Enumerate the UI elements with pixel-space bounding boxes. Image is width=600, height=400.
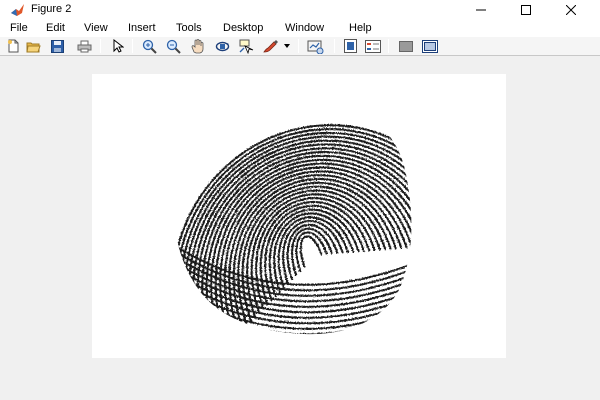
toolbar-separator xyxy=(388,39,389,53)
brush-dropdown-arrow[interactable] xyxy=(283,38,291,54)
maximize-button[interactable] xyxy=(503,0,549,20)
figure-canvas[interactable] xyxy=(0,57,600,400)
matlab-logo-icon xyxy=(11,4,24,16)
figure-toolbar xyxy=(0,37,600,56)
fingerprint-icon xyxy=(174,124,412,335)
pan-button[interactable] xyxy=(189,38,206,54)
brush-data-button[interactable] xyxy=(262,38,279,54)
insert-legend-icon xyxy=(364,39,381,53)
open-file-icon xyxy=(26,42,41,52)
menu-bar: File Edit View Insert Tools Desktop Wind… xyxy=(0,20,600,53)
menu-file[interactable]: File xyxy=(10,22,28,34)
toolbar-separator xyxy=(100,39,101,53)
hide-plot-tools-icon xyxy=(398,40,413,52)
menu-insert[interactable]: Insert xyxy=(128,22,156,34)
data-cursor-button[interactable] xyxy=(238,38,255,54)
menu-help[interactable]: Help xyxy=(349,22,372,34)
menu-window[interactable]: Window xyxy=(285,22,324,34)
toolbar-separator xyxy=(132,39,133,53)
title-bar[interactable]: Figure 2 xyxy=(0,0,600,20)
show-plot-tools-button[interactable] xyxy=(421,38,438,54)
chevron-down-icon xyxy=(284,44,290,48)
toolbar-separator xyxy=(298,39,299,53)
figure-window: Figure 2 File Edit View Insert Tools Des… xyxy=(0,0,600,400)
maximize-icon xyxy=(521,5,531,15)
insert-colorbar-icon xyxy=(344,39,357,53)
rotate-3d-icon xyxy=(215,41,230,51)
zoom-in-button[interactable] xyxy=(141,38,158,54)
fingerprint-image xyxy=(92,74,506,358)
print-figure-button[interactable] xyxy=(76,38,93,54)
minimize-button[interactable] xyxy=(458,0,504,20)
toolbar-separator xyxy=(334,39,335,53)
data-cursor-icon xyxy=(239,39,254,54)
hide-plot-tools-button[interactable] xyxy=(397,38,414,54)
new-figure-icon xyxy=(7,39,18,53)
menu-desktop[interactable]: Desktop xyxy=(223,22,263,34)
save-figure-icon xyxy=(51,39,64,53)
save-figure-button[interactable] xyxy=(49,38,66,54)
zoom-out-button[interactable] xyxy=(165,38,182,54)
open-file-button[interactable] xyxy=(25,38,42,54)
minimize-icon xyxy=(476,9,486,11)
rotate-3d-button[interactable] xyxy=(214,38,231,54)
brush-data-icon xyxy=(263,39,278,52)
menu-edit[interactable]: Edit xyxy=(46,22,65,34)
insert-colorbar-button[interactable] xyxy=(342,38,359,54)
show-plot-tools-icon xyxy=(421,39,438,53)
close-icon xyxy=(566,5,576,15)
insert-legend-button[interactable] xyxy=(364,38,381,54)
menu-view[interactable]: View xyxy=(84,22,108,34)
pan-hand-icon xyxy=(191,38,204,53)
edit-plot-button[interactable] xyxy=(109,38,126,54)
link-plot-button[interactable] xyxy=(307,38,324,54)
edit-plot-arrow-icon xyxy=(113,39,124,53)
fingerprint-ridge xyxy=(295,231,328,272)
new-figure-button[interactable] xyxy=(4,38,21,54)
close-button[interactable] xyxy=(548,0,594,20)
link-plot-icon xyxy=(307,40,324,54)
window-title: Figure 2 xyxy=(31,3,72,15)
zoom-out-icon xyxy=(166,39,181,54)
zoom-in-icon xyxy=(142,39,157,54)
menu-tools[interactable]: Tools xyxy=(176,22,202,34)
print-figure-icon xyxy=(77,40,92,52)
